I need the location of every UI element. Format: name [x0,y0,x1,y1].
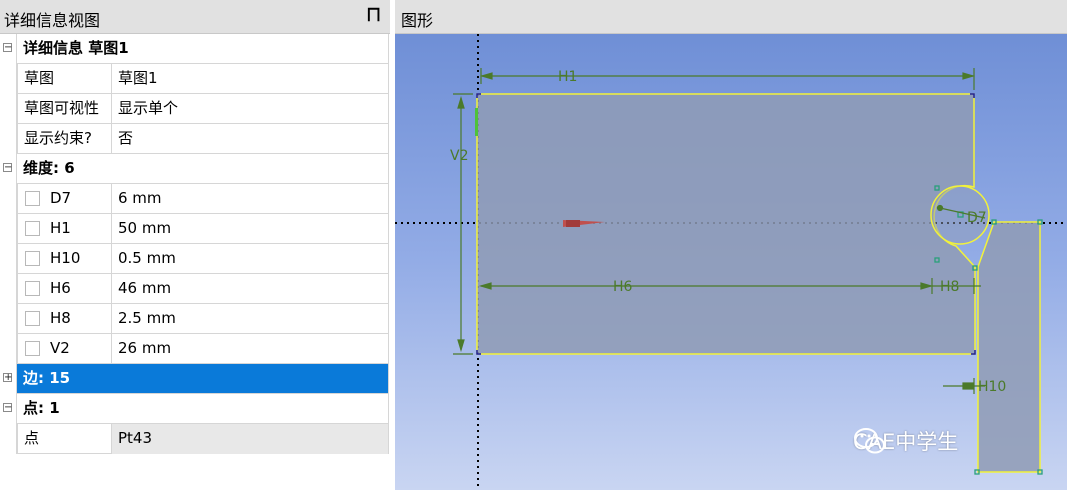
section-title: 点: 1 [17,394,389,424]
graphics-header: 图形 [395,0,1067,34]
collapse-icon[interactable]: − [0,154,17,184]
property-name: 显示约束? [17,124,112,154]
dimension-value[interactable]: 46 mm [112,274,389,304]
graphics-panel: 图形 H1 V2 H6 H8 D7 H10 CAE中学生 [395,0,1067,490]
section-header-edges[interactable]: + 边: 15 [0,364,389,394]
dimension-row-h8[interactable]: H8 2.5 mm [0,304,389,334]
dimension-name: H6 [50,279,71,297]
property-name: 点 [17,424,112,454]
property-name: 草图 [17,64,112,94]
parameter-checkbox[interactable] [25,341,40,356]
sketch-canvas[interactable]: H1 V2 H6 H8 D7 H10 [395,34,1067,490]
dimension-value[interactable]: 50 mm [112,214,389,244]
parameter-checkbox[interactable] [25,281,40,296]
dimension-label-h10[interactable]: H10 [978,379,1006,395]
details-grid: − 详细信息 草图1 草图 草图1 草图可视性 显示单个 显示约束? 否 − 维… [0,34,389,454]
section-title: 边: 15 [17,364,389,394]
wechat-icon [854,428,885,454]
property-row-point[interactable]: 点 Pt43 [0,424,389,454]
dimension-label-h8[interactable]: H8 [940,279,959,295]
details-view-title: 详细信息视图 [4,11,101,30]
axis-marker [475,108,478,136]
dimension-value[interactable]: 2.5 mm [112,304,389,334]
dimension-row-d7[interactable]: D7 6 mm [0,184,389,214]
section-title: 维度: 6 [17,154,389,184]
dimension-row-h1[interactable]: H1 50 mm [0,214,389,244]
dimension-value[interactable]: 26 mm [112,334,389,364]
dimension-value[interactable]: 6 mm [112,184,389,214]
parameter-checkbox[interactable] [25,251,40,266]
details-view-panel: 详细信息视图 ⨅ − 详细信息 草图1 草图 草图1 草图可视性 显示单个 显示… [0,0,390,490]
watermark: CAE中学生 [853,426,958,456]
dimension-name: H10 [50,249,81,267]
dimension-row-v2[interactable]: V2 26 mm [0,334,389,364]
dimension-label-v2[interactable]: V2 [450,148,468,164]
dimension-name: H8 [50,309,71,327]
sketch-lower-block[interactable] [977,221,1041,473]
property-row-show-constraints[interactable]: 显示约束? 否 [0,124,389,154]
sketch-main-body[interactable] [476,93,976,355]
property-value[interactable]: 显示单个 [112,94,389,124]
collapse-icon[interactable]: − [0,394,17,424]
parameter-checkbox[interactable] [25,221,40,236]
dimension-name: H1 [50,219,71,237]
parameter-checkbox[interactable] [25,311,40,326]
property-value[interactable]: 否 [112,124,389,154]
pin-icon[interactable]: ⨅ [367,5,380,25]
dimension-name: D7 [50,189,72,207]
dimension-row-h6[interactable]: H6 46 mm [0,274,389,304]
section-header-dimensions[interactable]: − 维度: 6 [0,154,389,184]
dimension-row-h10[interactable]: H10 0.5 mm [0,244,389,274]
dimension-value[interactable]: 0.5 mm [112,244,389,274]
graphics-title: 图形 [401,11,434,30]
section-title: 详细信息 草图1 [17,34,389,64]
parameter-checkbox[interactable] [25,191,40,206]
dimension-label-d7[interactable]: D7 [967,210,987,226]
property-row-sketch[interactable]: 草图 草图1 [0,64,389,94]
dimension-label-h1[interactable]: H1 [558,69,577,85]
dimension-name: V2 [50,339,70,357]
details-view-header: 详细信息视图 ⨅ [0,0,390,34]
property-name: 草图可视性 [17,94,112,124]
section-header-sketch[interactable]: − 详细信息 草图1 [0,34,389,64]
property-row-sketch-visibility[interactable]: 草图可视性 显示单个 [0,94,389,124]
section-header-points[interactable]: − 点: 1 [0,394,389,424]
collapse-icon[interactable]: − [0,34,17,64]
property-value[interactable]: 草图1 [112,64,389,94]
dimension-label-h6[interactable]: H6 [613,279,633,295]
dimension-h1[interactable] [479,68,976,90]
property-value: Pt43 [112,424,389,454]
graphics-viewport[interactable]: H1 V2 H6 H8 D7 H10 CAE中学生 [395,34,1067,490]
expand-icon[interactable]: + [0,364,17,394]
